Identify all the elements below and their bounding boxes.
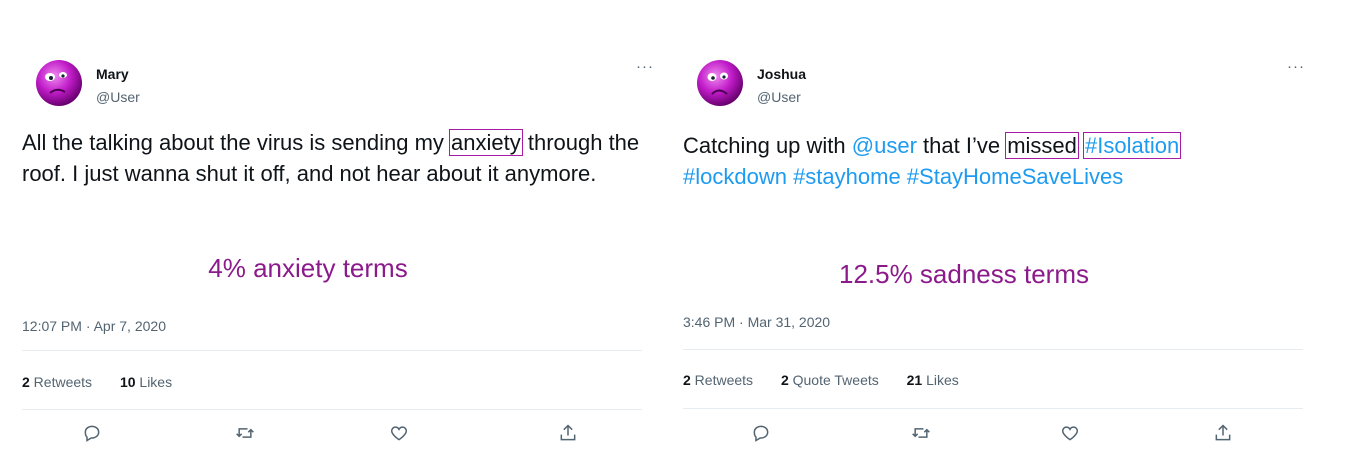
highlighted-term: missed <box>1005 132 1079 159</box>
likes-count: 21 <box>906 372 923 388</box>
quote-tweets-count: 2 <box>780 372 789 388</box>
tweet-text: All the talking about the virus is sendi… <box>22 127 682 189</box>
likes-count-link[interactable]: 10 Likes <box>120 374 172 390</box>
retweets-label: Retweets <box>29 374 93 390</box>
avatar-sad-face-icon[interactable] <box>34 58 84 108</box>
tweet-text-part: All the talking about the virus is sendi… <box>22 130 451 155</box>
share-icon[interactable] <box>553 418 583 448</box>
tweet-card-mary: Mary @User ··· All the talking about the… <box>22 0 654 476</box>
hashtag-links[interactable]: #lockdown #stayhome #StayHomeSaveLives <box>683 164 1123 189</box>
more-options-button[interactable]: ··· <box>636 58 654 75</box>
engagement-counts: 2 Retweets 10 Likes <box>22 374 196 390</box>
stat-caption: 12.5% sadness terms <box>838 259 1089 289</box>
divider <box>683 349 1303 350</box>
tweet-timestamp[interactable]: 3:46 PM · Mar 31, 2020 <box>683 314 830 330</box>
like-icon[interactable] <box>384 418 414 448</box>
retweet-icon[interactable] <box>906 418 936 448</box>
stat-caption: 4% anxiety terms <box>208 253 408 283</box>
retweets-count: 2 <box>683 372 691 388</box>
avatar-sad-face-icon[interactable] <box>695 58 745 108</box>
author-name[interactable]: Mary <box>96 66 129 82</box>
likes-label: Likes <box>922 372 959 388</box>
reply-icon[interactable] <box>746 418 776 448</box>
highlighted-hashtag[interactable]: #Isolation <box>1082 132 1182 159</box>
like-icon[interactable] <box>1055 418 1085 448</box>
quote-tweets-label: Quote Tweets <box>788 372 879 388</box>
tweet-text-part: Catching up with <box>683 133 852 158</box>
author-handle[interactable]: @User <box>757 89 801 105</box>
likes-label: Likes <box>135 374 173 390</box>
divider <box>683 408 1303 409</box>
divider <box>22 409 642 410</box>
retweet-icon[interactable] <box>230 418 260 448</box>
tweet-timestamp[interactable]: 12:07 PM · Apr 7, 2020 <box>22 318 166 334</box>
mention-link[interactable]: @user <box>852 133 917 158</box>
more-options-button[interactable]: ··· <box>1287 58 1305 75</box>
author-handle[interactable]: @User <box>96 89 140 105</box>
tweet-text-part: that I’ve <box>916 133 1007 158</box>
retweets-count-link[interactable]: 2 Retweets <box>22 374 92 390</box>
divider <box>22 350 642 351</box>
likes-count-link[interactable]: 21 Likes <box>907 372 959 388</box>
author-name[interactable]: Joshua <box>757 66 806 82</box>
retweets-count-link[interactable]: 2 Retweets <box>683 372 753 388</box>
likes-count: 10 <box>119 374 136 390</box>
tweet-card-joshua: Joshua @User ··· Catching up with @user … <box>683 0 1305 476</box>
retweets-count: 2 <box>22 374 30 390</box>
reply-icon[interactable] <box>77 418 107 448</box>
tweet-actions-bar <box>22 418 642 448</box>
retweets-label: Retweets <box>690 372 754 388</box>
tweet-text: Catching up with @user that I’ve missed … <box>683 130 1343 192</box>
tweet-actions-bar <box>683 418 1303 448</box>
share-icon[interactable] <box>1208 418 1238 448</box>
highlighted-term: anxiety <box>449 129 523 156</box>
engagement-counts: 2 Retweets 2 Quote Tweets 21 Likes <box>683 372 983 388</box>
quote-tweets-count-link[interactable]: 2 Quote Tweets <box>781 372 879 388</box>
